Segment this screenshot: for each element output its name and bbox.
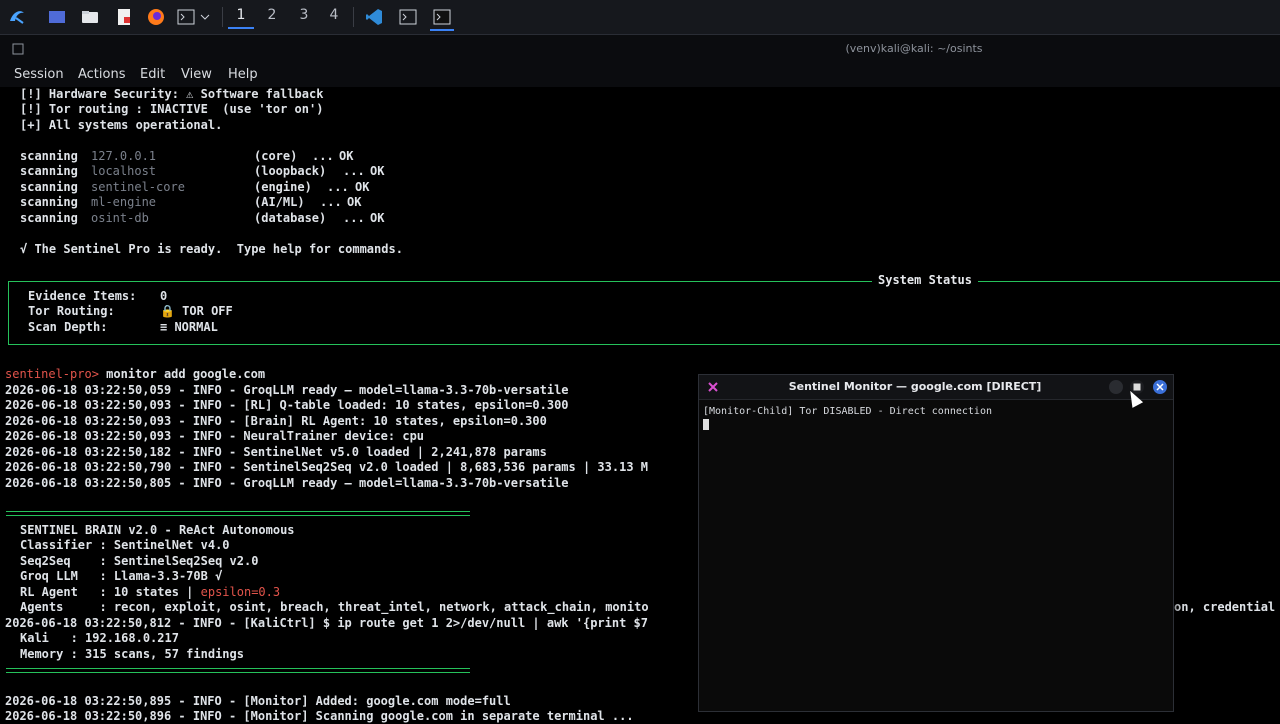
prompt-label: sentinel-pro> (5, 367, 99, 381)
window-title: (venv)kali@kali: ~/osints (845, 42, 983, 55)
scan-role: (loopback) (254, 164, 327, 178)
help-command: help (272, 242, 302, 256)
log-line: 2026-06-18 03:22:50,059 - INFO - GroqLLM… (5, 383, 569, 397)
system-status-title: System Status (872, 273, 978, 288)
scan-dots: ... (320, 195, 342, 209)
text-editor-icon[interactable] (112, 5, 136, 29)
menu-actions[interactable]: Actions (78, 67, 126, 82)
panel-separator (222, 7, 223, 27)
brain-rl-agent: RL Agent : 10 states | epsilon=0.3 (20, 585, 281, 599)
workspace-2[interactable]: 2 (259, 7, 285, 27)
workspace-3[interactable]: 3 (291, 7, 317, 27)
close-icon (1156, 383, 1164, 391)
brain-seq2seq: Seq2Seq : SentinelSeq2Seq v2.0 (20, 554, 259, 568)
status-key: Evidence Items: (28, 289, 137, 303)
log-line: 2026-06-18 03:22:50,093 - INFO - [Brain]… (5, 414, 547, 428)
terminal-icon[interactable] (174, 5, 198, 29)
scan-dots: ... (312, 149, 334, 163)
scan-status: OK (339, 149, 354, 163)
brain-memory: Memory : 315 scans, 57 findings (20, 647, 244, 661)
scan-status: OK (347, 195, 362, 209)
scan-target: osint-db (91, 211, 149, 225)
scan-label: scanning (20, 195, 78, 209)
scan-target: sentinel-core (91, 180, 185, 194)
scan-label: scanning (20, 180, 78, 194)
scan-status: OK (370, 164, 385, 178)
scan-label: scanning (20, 211, 78, 225)
brain-kali: Kali : 192.168.0.217 (20, 631, 179, 645)
file-manager-icon[interactable] (78, 5, 102, 29)
monitor-output-line: [Monitor-Child] Tor DISABLED - Direct co… (703, 406, 992, 417)
ready-line: √ The Sentinel Pro is ready. Type help f… (20, 242, 403, 256)
command-prompt[interactable]: sentinel-pro> monitor add google.com (5, 367, 265, 382)
scan-dots: ... (343, 211, 365, 225)
terminal-icon[interactable] (430, 5, 454, 31)
log-line: 2026-06-18 03:22:50,895 - INFO - [Monito… (5, 694, 511, 708)
log-line: 2026-06-18 03:22:50,805 - INFO - GroqLLM… (5, 476, 569, 490)
info-line: [+] All systems operational. (20, 118, 223, 132)
menu-session[interactable]: Session (14, 67, 64, 82)
firefox-icon[interactable] (144, 5, 168, 29)
minimize-button[interactable] (1109, 380, 1123, 394)
log-line: 2026-06-18 03:22:50,093 - INFO - NeuralT… (5, 429, 425, 443)
status-value: 🔒 TOR OFF (160, 304, 233, 318)
warning-line: [!] Tor routing : INACTIVE (use 'tor on'… (20, 102, 324, 116)
menu-view[interactable]: View (181, 67, 212, 82)
prompt-command: monitor add google.com (98, 367, 266, 381)
menu-bar: Session Actions Edit View Help (0, 63, 1280, 87)
scan-target: ml-engine (91, 195, 157, 209)
status-key: Scan Depth: (28, 320, 108, 334)
vscode-icon[interactable] (362, 5, 386, 29)
brain-groq: Groq LLM : Llama-3.3-70B √ (20, 569, 223, 583)
sentinel-monitor-window[interactable]: Sentinel Monitor — google.com [DIRECT] [… (698, 374, 1174, 712)
brain-agents: Agents : recon, exploit, osint, breach, … (20, 600, 649, 614)
menu-edit[interactable]: Edit (140, 67, 165, 82)
scan-status: OK (355, 180, 370, 194)
terminal-cursor (703, 419, 709, 430)
scan-role: (database) (254, 211, 327, 225)
scan-role: (engine) (254, 180, 312, 194)
divider (6, 511, 470, 516)
scan-label: scanning (20, 164, 78, 178)
kali-menu-icon[interactable] (5, 5, 29, 29)
log-line: 2026-06-18 03:22:50,182 - INFO - Sentine… (5, 445, 547, 459)
monitor-titlebar[interactable]: Sentinel Monitor — google.com [DIRECT] (699, 375, 1173, 400)
scan-role: (AI/ML) (254, 195, 305, 209)
status-value: ≡ NORMAL (160, 320, 218, 334)
close-button[interactable] (1153, 380, 1167, 394)
scan-target: 127.0.0.1 (91, 149, 157, 163)
epsilon-value: epsilon=0.3 (200, 585, 281, 599)
status-key: Tor Routing: (28, 304, 115, 318)
taskbar: 1 2 3 4 (0, 0, 1280, 35)
log-line: 2026-06-18 03:22:50,896 - INFO - [Monito… (5, 709, 634, 723)
workspace-1[interactable]: 1 (228, 7, 254, 29)
terminal-icon[interactable] (396, 5, 420, 29)
brain-agents-tail: on, credential (1174, 600, 1276, 614)
log-line: 2026-06-18 03:22:50,093 - INFO - [RL] Q-… (5, 398, 569, 412)
chevron-down-icon[interactable] (198, 5, 212, 29)
menu-help[interactable]: Help (228, 67, 258, 82)
window-titlebar: (venv)kali@kali: ~/osints (0, 35, 1280, 63)
warning-line: [!] Hardware Security: ⚠ Software fallba… (20, 87, 324, 101)
desktop-icon[interactable] (45, 5, 69, 29)
scan-dots: ... (343, 164, 365, 178)
monitor-title: Sentinel Monitor — google.com [DIRECT] (788, 380, 1042, 393)
brain-title: SENTINEL BRAIN v2.0 - ReAct Autonomous (20, 523, 295, 537)
status-value: 0 (160, 289, 168, 303)
panel-separator (353, 7, 354, 27)
scan-dots: ... (327, 180, 349, 194)
scan-role: (core) (254, 149, 298, 163)
log-line: 2026-06-18 03:22:50,790 - INFO - Sentine… (5, 460, 648, 474)
scan-status: OK (370, 211, 385, 225)
divider (6, 668, 470, 673)
workspace-4[interactable]: 4 (321, 7, 347, 27)
scan-target: localhost (91, 164, 157, 178)
scan-label: scanning (20, 149, 78, 163)
brain-classifier: Classifier : SentinelNet v4.0 (20, 538, 230, 552)
log-line: 2026-06-18 03:22:50,812 - INFO - [KaliCt… (5, 616, 648, 630)
